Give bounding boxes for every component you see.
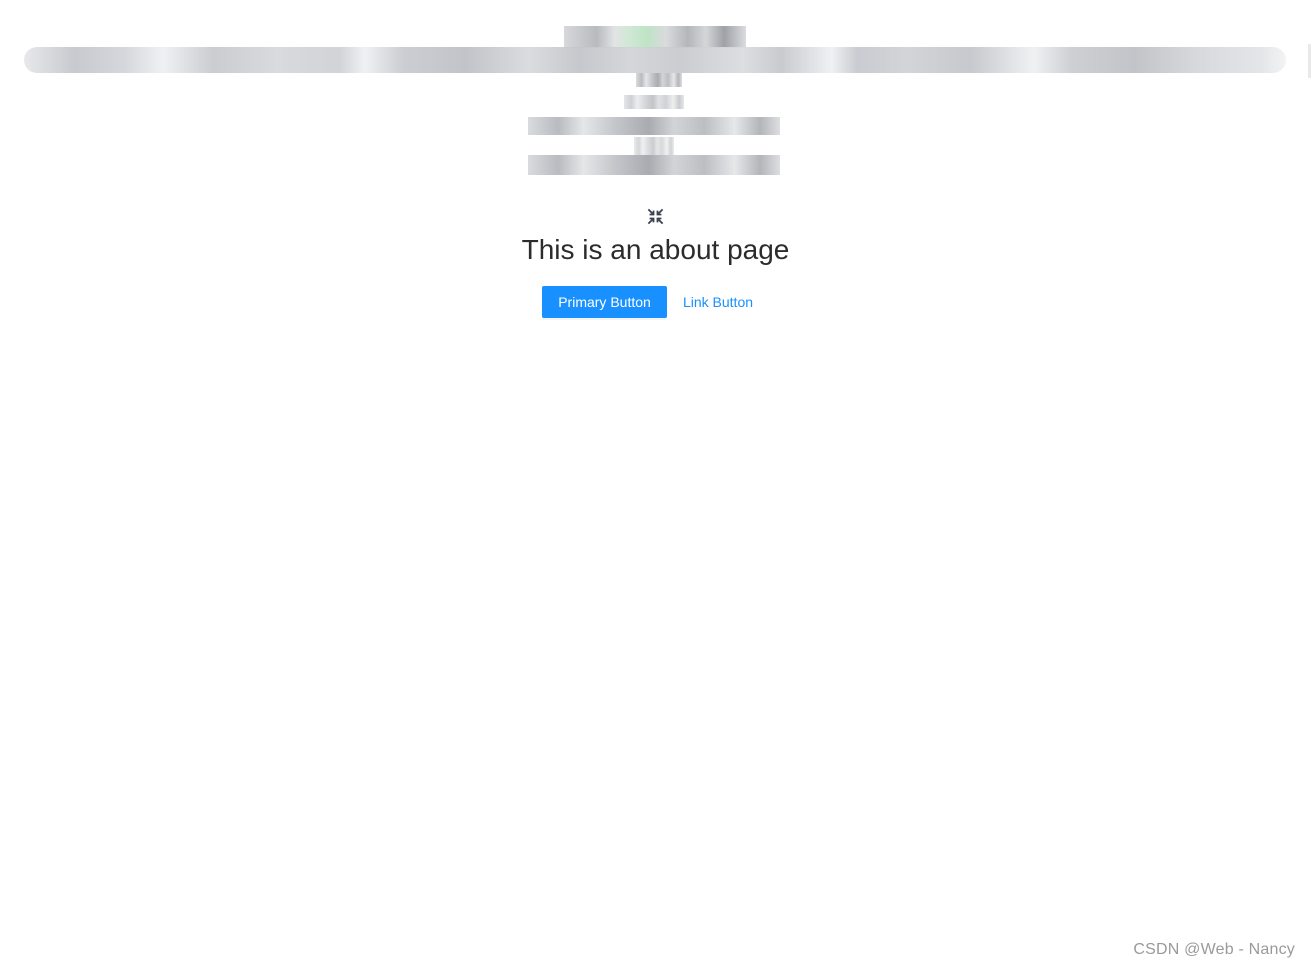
watermark-text: CSDN @Web - Nancy [1133, 941, 1295, 958]
page-title: This is an about page [521, 234, 790, 265]
header-blurred-line-3 [528, 117, 780, 135]
header-blurred-line-5 [528, 155, 780, 175]
header-blurred-logo-row [564, 26, 746, 48]
header-blurred-line-4 [634, 137, 674, 155]
fullscreen-exit-icon[interactable] [647, 208, 664, 225]
primary-button[interactable]: Primary Button [542, 286, 667, 318]
link-button[interactable]: Link Button [675, 286, 761, 318]
header-blurred-nav-bar [24, 47, 1286, 73]
header-blurred-line-1 [636, 73, 682, 87]
header-blurred-line-2 [624, 95, 684, 109]
